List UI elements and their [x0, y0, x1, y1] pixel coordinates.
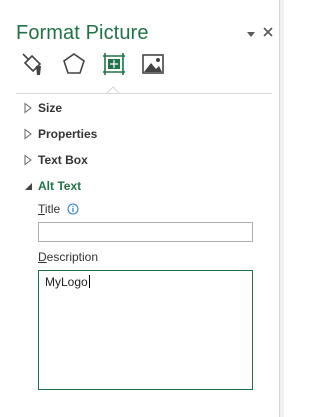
section-alt-text-label: Alt Text [38, 179, 82, 193]
section-properties[interactable]: Properties [22, 124, 262, 144]
tab-picture[interactable] [139, 50, 167, 78]
paint-bucket-icon [22, 53, 42, 75]
pentagon-icon [63, 53, 85, 74]
section-alt-text[interactable]: Alt Text [22, 176, 262, 196]
description-text: MyLogo [45, 275, 88, 289]
caret-right-icon [24, 154, 32, 166]
chevron-down-icon [247, 32, 255, 37]
pane-title: Format Picture [16, 22, 149, 44]
alt-text-title-input[interactable] [38, 222, 253, 242]
pane-edge [280, 0, 284, 417]
section-size[interactable]: Size [22, 98, 262, 118]
caret-down-icon [25, 183, 32, 190]
section-properties-label: Properties [38, 127, 98, 141]
tab-effects[interactable] [60, 50, 88, 78]
alt-text-description-input[interactable]: MyLogo [38, 270, 253, 390]
title-field-label: Title [38, 202, 60, 216]
section-text-box[interactable]: Text Box [22, 150, 262, 170]
title-access-key: T [38, 202, 45, 216]
info-icon[interactable] [67, 203, 79, 215]
close-icon [263, 27, 273, 37]
description-field-label: Description [38, 250, 98, 264]
caret-right-icon [24, 102, 32, 114]
task-pane-options-button[interactable] [245, 27, 257, 39]
format-tabs [0, 50, 280, 94]
tab-fill-line[interactable] [19, 50, 47, 78]
section-text-box-label: Text Box [38, 153, 88, 167]
description-label-rest: escription [46, 250, 99, 264]
section-size-label: Size [38, 101, 63, 115]
tab-size-properties[interactable] [100, 50, 128, 78]
size-properties-icon [103, 53, 125, 75]
text-cursor [88, 275, 90, 288]
caret-right-icon [24, 128, 32, 140]
close-pane-button[interactable] [261, 25, 275, 39]
picture-icon [142, 54, 164, 74]
description-access-key: D [38, 250, 47, 264]
format-picture-pane: Format Picture Size Properties Text Box … [0, 0, 280, 417]
title-label-rest: itle [44, 202, 61, 216]
tabs-divider [16, 93, 272, 94]
